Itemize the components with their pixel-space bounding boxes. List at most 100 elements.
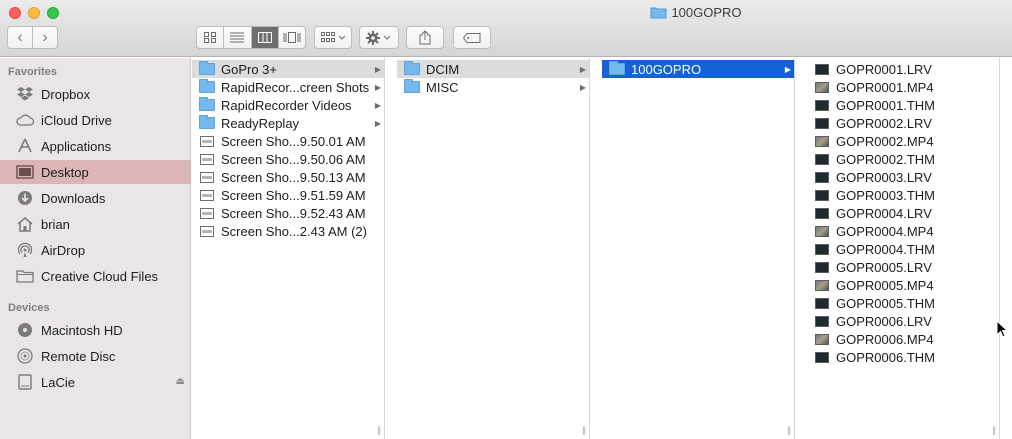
item-label: GoPro 3+ [221,61,278,77]
column-view-button[interactable] [250,27,278,48]
column-resize-handle[interactable]: || [992,425,996,435]
item-label: GOPR0006.THM [836,349,935,365]
file-row[interactable]: GOPR0006.LRV [807,312,999,330]
file-row[interactable]: GOPR0006.MP4 [807,330,999,348]
sidebar: Favorites Dropbox iCloud Drive Applicati… [0,58,191,439]
file-row[interactable]: GOPR0006.THM [807,348,999,366]
sidebar-item-label: Desktop [41,164,89,180]
folder-icon [198,79,215,94]
file-row[interactable]: GOPR0002.LRV [807,114,999,132]
folder-row[interactable]: MISC ▶ [397,78,589,96]
downloads-icon [16,189,34,207]
sidebar-item-creative-cloud[interactable]: Creative Cloud Files [0,264,191,288]
action-button[interactable] [359,26,399,49]
item-label: GOPR0005.THM [836,295,935,311]
folder-row[interactable]: RapidRecor...creen Shots ▶ [192,78,384,96]
list-view-button[interactable] [223,27,250,48]
item-label: Screen Sho...9.50.13 AM [221,169,366,185]
sidebar-item-label: Dropbox [41,86,91,102]
screenshot-file-icon [198,206,215,220]
icon-view-button[interactable] [197,27,223,48]
coverflow-view-button[interactable] [277,27,305,48]
forward-button[interactable]: › [32,27,57,48]
item-label: RapidRecor...creen Shots [221,79,370,95]
file-row[interactable]: GOPR0003.THM [807,186,999,204]
item-label: RapidRecorder Videos [221,97,352,113]
file-row[interactable]: Screen Sho...9.51.59 AM [192,186,384,204]
movie-file-icon [813,80,830,94]
disclosure-arrow-icon: ▶ [374,82,381,92]
item-label: GOPR0006.LRV [836,313,932,329]
file-row[interactable]: GOPR0002.THM [807,150,999,168]
file-row[interactable]: GOPR0004.THM [807,240,999,258]
sidebar-item-home[interactable]: brian [0,212,191,236]
hard-drive-icon [16,321,34,339]
home-icon [16,215,34,233]
item-label: GOPR0001.LRV [836,61,932,77]
column-desktop: || GoPro 3+ ▶ RapidRecor...creen Shots ▶ Rap… [192,58,385,439]
list-view-icon [230,32,245,43]
item-label: ReadyReplay [221,115,300,131]
sidebar-item-icloud[interactable]: iCloud Drive [0,108,191,132]
folder-row[interactable]: ReadyReplay ▶ [192,114,384,132]
video-thumbnail-file-icon [813,170,830,184]
sidebar-item-label: Macintosh HD [41,322,123,338]
file-row[interactable]: GOPR0002.MP4 [807,132,999,150]
column-dcim: || 100GOPRO ▶ [602,58,795,439]
item-label: Screen Sho...9.50.01 AM [221,133,366,149]
sidebar-item-remote-disc[interactable]: Remote Disc [0,344,191,368]
item-label: GOPR0001.MP4 [836,79,934,95]
sidebar-item-dropbox[interactable]: Dropbox [0,82,191,106]
file-row[interactable]: Screen Sho...9.50.06 AM [192,150,384,168]
column-resize-handle[interactable]: || [787,425,791,435]
file-row[interactable]: GOPR0005.MP4 [807,276,999,294]
file-row[interactable]: Screen Sho...2.43 AM (2) [192,222,384,240]
column-resize-handle[interactable]: || [582,425,586,435]
sidebar-item-airdrop[interactable]: AirDrop [0,238,191,262]
screenshot-file-icon [198,188,215,202]
file-row[interactable]: GOPR0005.THM [807,294,999,312]
gear-icon [366,30,391,45]
sidebar-item-macintosh-hd[interactable]: Macintosh HD [0,318,191,342]
file-row[interactable]: GOPR0001.THM [807,96,999,114]
sidebar-item-label: AirDrop [41,242,86,258]
video-thumbnail-file-icon [813,296,830,310]
sidebar-item-lacie[interactable]: LaCie ⏏ [0,370,191,394]
file-row[interactable]: GOPR0004.MP4 [807,222,999,240]
file-row[interactable]: GOPR0005.LRV [807,258,999,276]
disclosure-arrow-icon: ▶ [374,118,381,128]
folder-row[interactable]: RapidRecorder Videos ▶ [192,96,384,114]
eject-icon[interactable]: ⏏ [176,376,185,387]
file-row[interactable]: Screen Sho...9.50.01 AM [192,132,384,150]
file-row[interactable]: GOPR0001.LRV [807,60,999,78]
airdrop-icon [16,241,34,259]
sidebar-item-applications[interactable]: Applications [0,134,191,158]
file-row[interactable]: GOPR0001.MP4 [807,78,999,96]
devices-header: Devices [8,302,50,314]
tag-button[interactable] [453,26,491,49]
disc-icon [16,347,34,365]
folder-row[interactable]: 100GOPRO ▶ [602,60,794,78]
file-row[interactable]: GOPR0004.LRV [807,204,999,222]
column-view-icon [257,32,272,43]
file-row[interactable]: Screen Sho...9.52.43 AM [192,204,384,222]
folder-icon [403,79,420,94]
file-row[interactable]: Screen Sho...9.50.13 AM [192,168,384,186]
share-button[interactable] [406,26,444,49]
sidebar-item-label: Applications [41,138,112,154]
item-label: GOPR0003.THM [836,187,935,203]
folder-row[interactable]: DCIM ▶ [397,60,589,78]
folder-icon [16,267,34,285]
folder-row[interactable]: GoPro 3+ ▶ [192,60,384,78]
sidebar-item-downloads[interactable]: Downloads [0,186,191,210]
movie-file-icon [813,134,830,148]
arrange-button[interactable] [314,26,352,49]
back-button[interactable]: ‹ [8,27,32,48]
item-label: GOPR0005.MP4 [836,277,934,293]
sidebar-item-label: Downloads [41,190,106,206]
item-label: GOPR0002.THM [836,151,935,167]
movie-file-icon [813,332,830,346]
file-row[interactable]: GOPR0003.LRV [807,168,999,186]
sidebar-item-desktop[interactable]: Desktop [0,160,191,184]
column-resize-handle[interactable]: || [377,425,381,435]
